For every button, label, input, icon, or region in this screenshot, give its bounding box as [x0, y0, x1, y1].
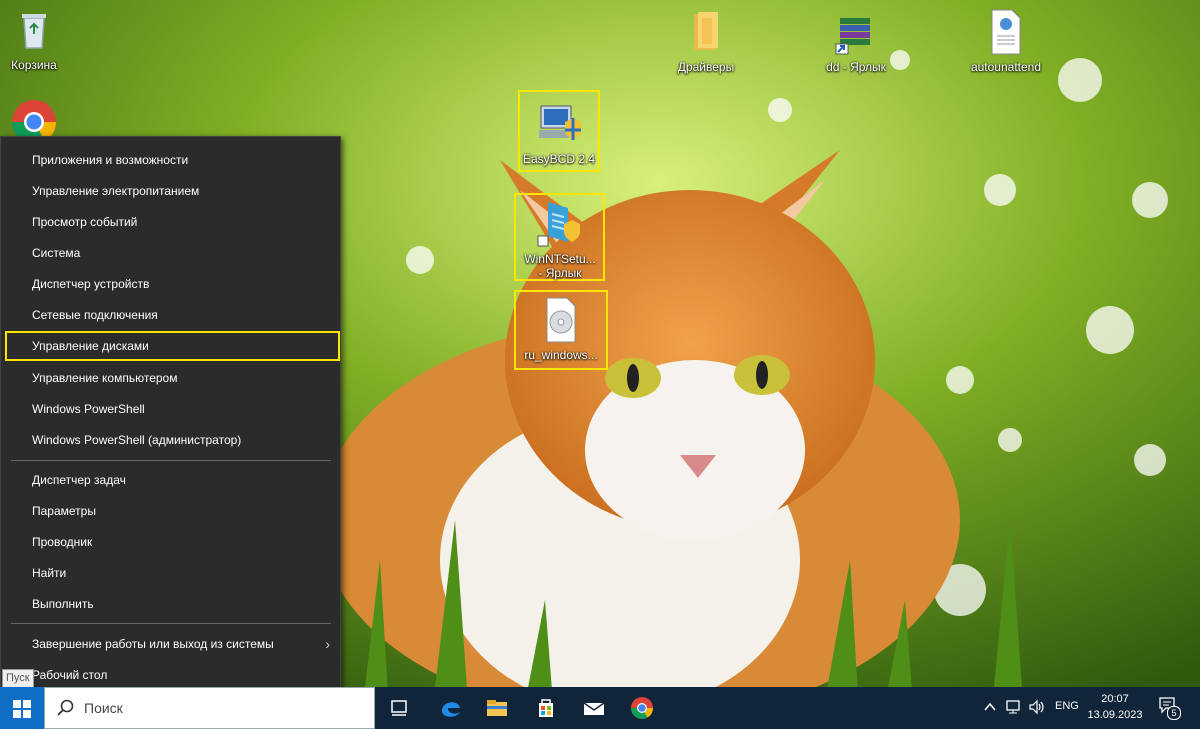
- chevron-up-icon[interactable]: [983, 701, 997, 713]
- dd-shortcut-label: dd - Ярлык: [826, 60, 886, 74]
- winntsetup-label-line1: WinNTSetu...: [524, 252, 596, 266]
- easybcd-shortcut[interactable]: EasyBCD 2.4: [513, 100, 605, 166]
- clock-time: 20:07: [1101, 693, 1129, 705]
- menu-item-task-manager[interactable]: Диспетчер задач: [1, 465, 340, 495]
- taskbar-clock[interactable]: 20:07 13.09.2023: [1086, 691, 1144, 723]
- recycle-bin-shortcut[interactable]: Корзина: [0, 6, 80, 72]
- volume-icon[interactable]: [1028, 699, 1046, 715]
- menu-item-computer-management[interactable]: Управление компьютером: [1, 363, 340, 393]
- menu-item-explorer[interactable]: Проводник: [1, 527, 340, 557]
- menu-item-disk-management[interactable]: Управление дисками: [5, 331, 340, 361]
- drivers-label: Драйверы: [677, 60, 735, 74]
- taskbar-search[interactable]: Поиск: [44, 687, 375, 729]
- autounattend-label: autounattend: [970, 60, 1042, 74]
- disc-image-icon: [546, 297, 576, 343]
- menu-item-search[interactable]: Найти: [1, 558, 340, 588]
- network-icon[interactable]: [1005, 699, 1023, 715]
- menu-item-shutdown-label: Завершение работы или выход из системы: [32, 637, 274, 651]
- menu-item-network[interactable]: Сетевые подключения: [1, 300, 340, 330]
- drivers-folder[interactable]: Драйверы: [660, 8, 752, 74]
- menu-item-shutdown[interactable]: Завершение работы или выход из системы ›: [1, 629, 340, 659]
- menu-item-event-viewer[interactable]: Просмотр событий: [1, 207, 340, 237]
- winntsetup-icon: [537, 202, 580, 247]
- notification-badge: 5: [1167, 706, 1181, 720]
- task-view-icon[interactable]: [384, 693, 414, 723]
- chevron-right-icon: ›: [325, 636, 330, 652]
- winx-context-menu: Приложения и возможности Управление элек…: [0, 136, 341, 699]
- folder-icon: [694, 12, 718, 50]
- clock-date: 13.09.2023: [1087, 709, 1143, 721]
- menu-item-powershell-admin[interactable]: Windows PowerShell (администратор): [1, 425, 340, 455]
- mail-icon[interactable]: [579, 693, 609, 723]
- chrome-icon[interactable]: [627, 693, 657, 723]
- windows-logo-icon: [13, 700, 31, 718]
- language-indicator[interactable]: ENG: [1055, 700, 1079, 712]
- easybcd-icon: [539, 105, 581, 140]
- menu-item-apps-features[interactable]: Приложения и возможности: [1, 145, 340, 175]
- search-icon: [57, 699, 74, 716]
- menu-item-power-options[interactable]: Управление электропитанием: [1, 176, 340, 206]
- recycle-bin-label: Корзина: [11, 58, 57, 72]
- menu-separator: [11, 460, 331, 461]
- action-center-button[interactable]: 5: [1158, 696, 1181, 720]
- dd-shortcut[interactable]: dd - Ярлык: [810, 8, 902, 74]
- recycle-bin-icon: [22, 14, 46, 49]
- menu-item-powershell[interactable]: Windows PowerShell: [1, 394, 340, 424]
- menu-item-run[interactable]: Выполнить: [1, 589, 340, 619]
- menu-item-device-manager[interactable]: Диспетчер устройств: [1, 269, 340, 299]
- menu-item-system[interactable]: Система: [1, 238, 340, 268]
- start-tooltip: Пуск: [2, 669, 34, 688]
- edge-icon[interactable]: [436, 693, 466, 723]
- iso-label: ru_windows...: [524, 348, 598, 362]
- easybcd-label: EasyBCD 2.4: [522, 152, 596, 166]
- winntsetup-shortcut[interactable]: WinNTSetu... - Ярлык: [514, 200, 606, 280]
- store-icon[interactable]: [531, 693, 561, 723]
- menu-item-settings[interactable]: Параметры: [1, 496, 340, 526]
- start-button[interactable]: [0, 687, 44, 729]
- search-placeholder: Поиск: [84, 700, 123, 716]
- winntsetup-label-line2: - Ярлык: [538, 266, 582, 280]
- file-explorer-icon[interactable]: [482, 693, 512, 723]
- taskbar: Поиск ENG 20:07 13.09.2023 5: [0, 687, 1200, 729]
- xml-file-icon: [991, 9, 1021, 55]
- menu-item-desktop[interactable]: Рабочий стол: [1, 660, 340, 690]
- autounattend-file[interactable]: autounattend: [960, 8, 1052, 74]
- menu-separator: [11, 623, 331, 624]
- books-icon: [835, 18, 870, 55]
- iso-file[interactable]: ru_windows...: [515, 296, 607, 362]
